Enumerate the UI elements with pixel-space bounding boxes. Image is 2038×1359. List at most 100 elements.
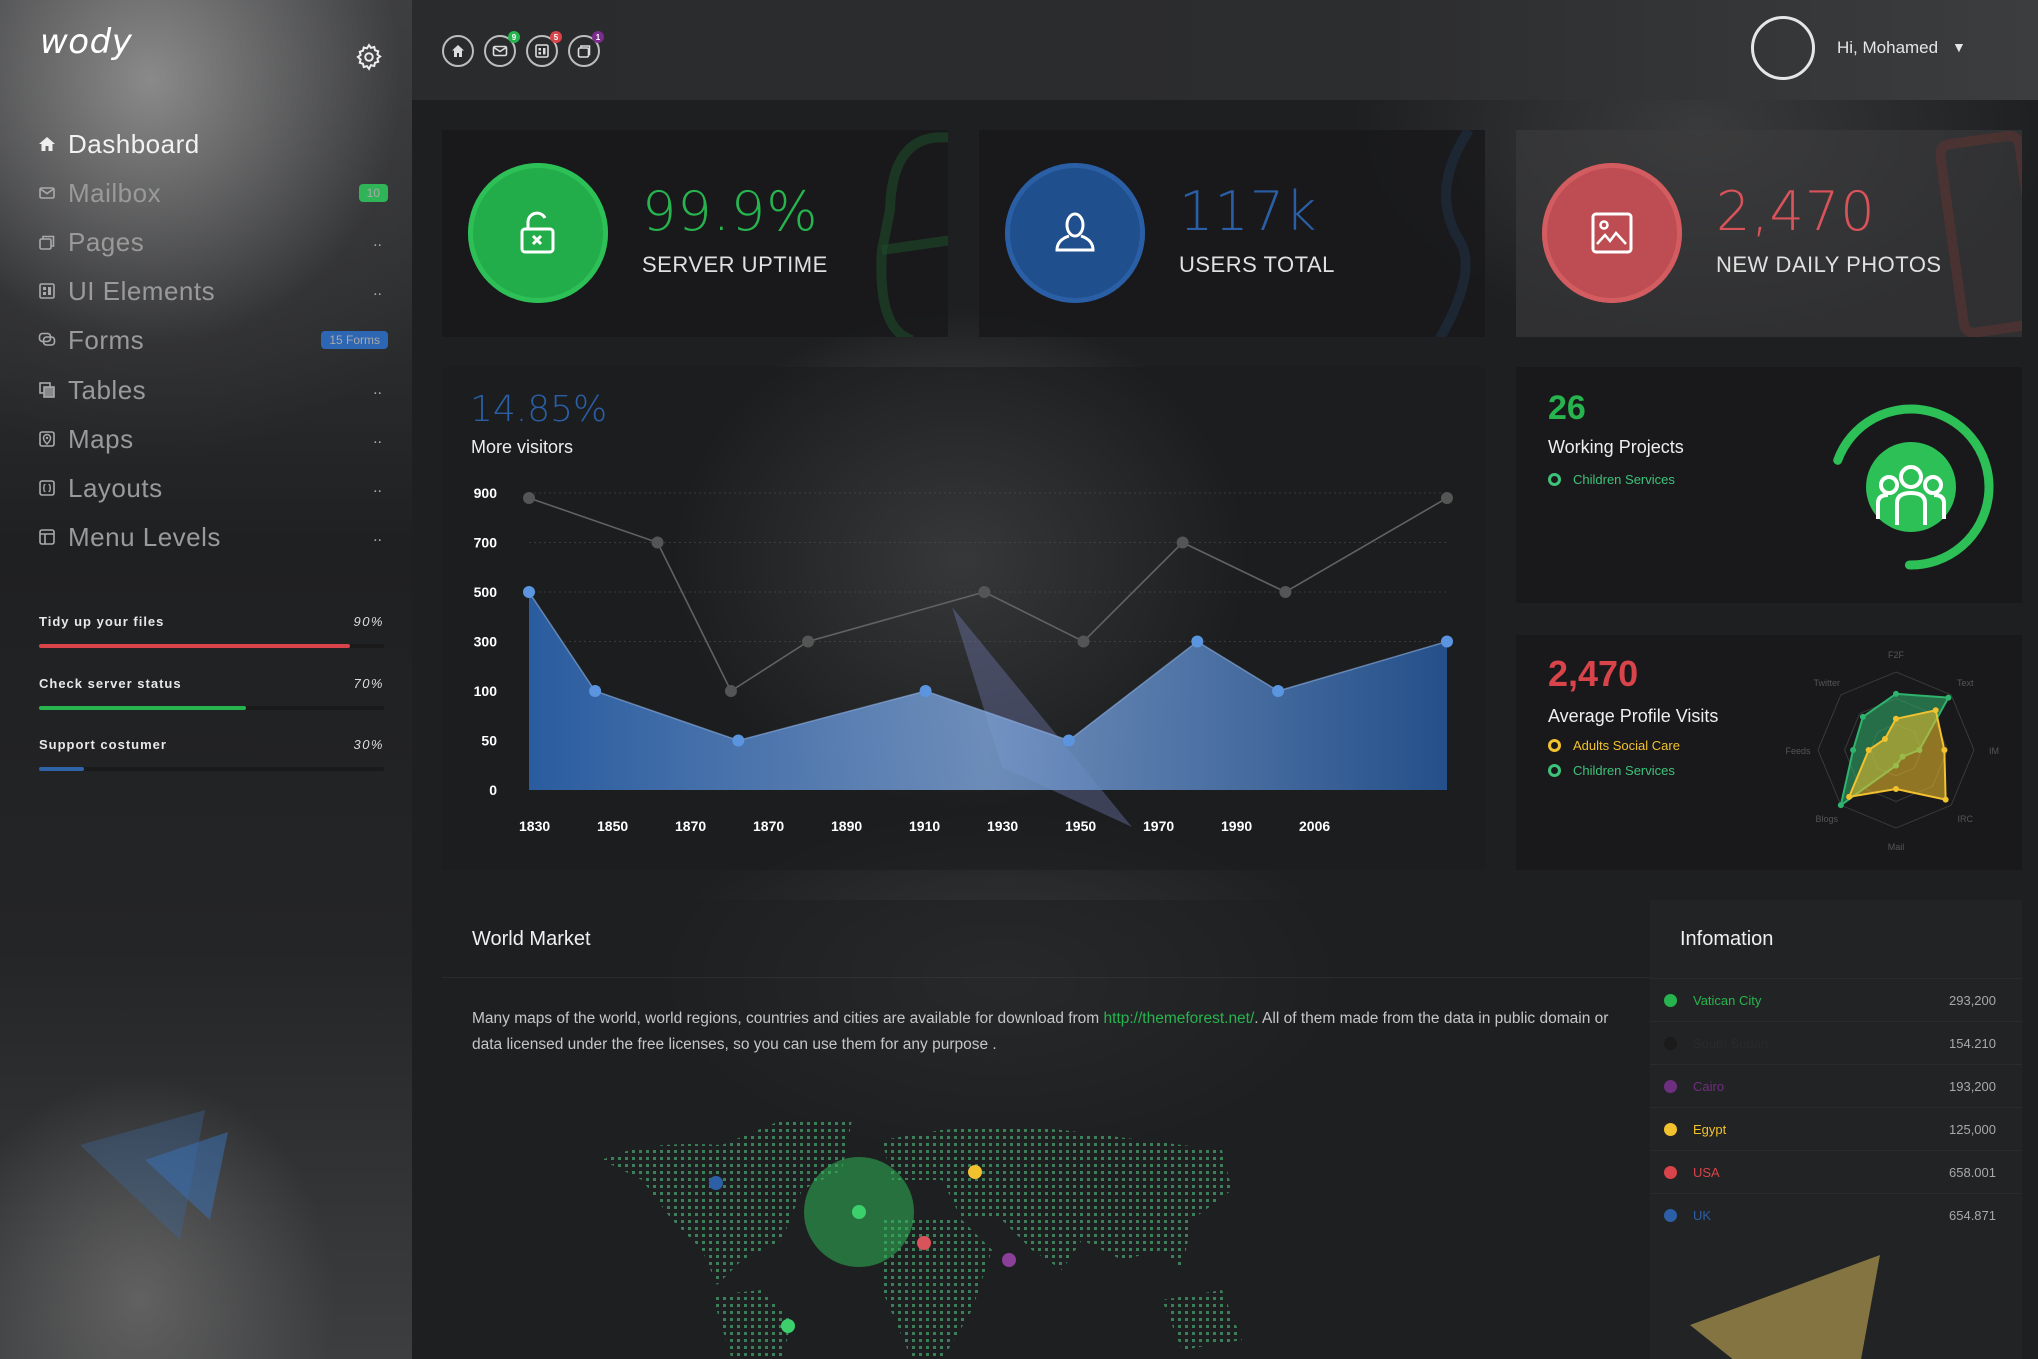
data-point[interactable] bbox=[1279, 586, 1292, 598]
data-point[interactable] bbox=[1191, 635, 1204, 648]
y-tick-label: 300 bbox=[474, 634, 498, 650]
x-tick-label: 1870 bbox=[675, 818, 706, 834]
stat-label: SERVER UPTIME bbox=[642, 252, 828, 277]
task-progress-track bbox=[39, 644, 384, 648]
legend-ring-icon bbox=[1548, 473, 1561, 486]
expand-dots-icon: .. bbox=[373, 282, 382, 299]
info-row[interactable]: UK 654.871 bbox=[1650, 1193, 2022, 1237]
world-market-description: Many maps of the world, world regions, c… bbox=[472, 1006, 1622, 1058]
top-folders-button[interactable]: 1 bbox=[568, 31, 604, 67]
user-greeting[interactable]: Hi, Mohamed bbox=[1837, 38, 1938, 58]
x-tick-label: 1850 bbox=[597, 818, 628, 834]
folders-icon bbox=[577, 45, 591, 58]
data-point[interactable] bbox=[978, 586, 991, 598]
stat-icon-circle bbox=[1005, 163, 1145, 303]
data-point[interactable] bbox=[1441, 635, 1453, 648]
info-row[interactable]: Vatican City 293,200 bbox=[1650, 978, 2022, 1022]
info-row[interactable]: Cairo 193,200 bbox=[1650, 1064, 2022, 1108]
sidebar-item-layouts[interactable]: Layouts.. bbox=[38, 468, 388, 508]
map-marker[interactable] bbox=[1002, 1253, 1016, 1267]
expand-dots-icon: .. bbox=[373, 233, 382, 250]
status-dot-icon bbox=[1664, 1080, 1677, 1093]
sidebar-item-label: Maps bbox=[68, 423, 134, 454]
watermark-photo-icon bbox=[1936, 130, 2022, 337]
radar-axis-label: Text bbox=[1957, 678, 1974, 688]
sidebar-item-forms[interactable]: Forms 15 Forms bbox=[38, 320, 388, 360]
sidebar-item-dashboard[interactable]: Dashboard bbox=[38, 124, 388, 164]
gear-icon[interactable] bbox=[354, 42, 384, 72]
data-point[interactable] bbox=[651, 536, 664, 549]
info-row[interactable]: South Sudan 154.210 bbox=[1650, 1021, 2022, 1065]
top-home-button[interactable] bbox=[442, 35, 474, 67]
map-marker[interactable] bbox=[709, 1176, 723, 1190]
radar-point bbox=[1893, 715, 1899, 722]
radar-point bbox=[1837, 802, 1844, 809]
top-layout-button[interactable]: 5 bbox=[526, 31, 562, 67]
stat-value: 2,470 bbox=[1716, 180, 1876, 243]
stat-card-server-uptime: 99.9% SERVER UPTIME bbox=[442, 130, 948, 337]
themeforest-link[interactable]: http://themeforest.net/ bbox=[1104, 1010, 1255, 1027]
working-projects-card: 26 Working Projects Children Services bbox=[1516, 367, 2022, 603]
sidebar-item-tables[interactable]: Tables.. bbox=[38, 370, 388, 410]
info-value: 293,200 bbox=[1949, 993, 1996, 1008]
expand-dots-icon: .. bbox=[373, 528, 382, 545]
y-tick-label: 50 bbox=[481, 733, 497, 749]
stat-label: USERS TOTAL bbox=[1179, 252, 1335, 277]
folders-badge: 1 bbox=[592, 31, 604, 43]
visitors-area-chart: 900700500300100500 1830 1850 1870 1870 1890 1… bbox=[474, 485, 1453, 834]
info-row[interactable]: Egypt 125,000 bbox=[1650, 1107, 2022, 1151]
status-dot-icon bbox=[1664, 994, 1677, 1007]
world-market-title: World Market bbox=[472, 928, 591, 950]
unlock-icon bbox=[520, 211, 555, 254]
sidebar-item-label: Mailbox bbox=[68, 177, 162, 208]
map-marker[interactable] bbox=[781, 1319, 795, 1333]
data-point[interactable] bbox=[1441, 491, 1453, 504]
task-label: Check server status bbox=[39, 676, 182, 691]
data-point[interactable] bbox=[523, 586, 535, 598]
legend-ring-icon bbox=[1548, 764, 1561, 777]
legend-label: Adults Social Care bbox=[1573, 738, 1680, 753]
y-tick-label: 500 bbox=[474, 584, 498, 600]
mail-icon bbox=[38, 184, 56, 202]
user-dropdown-caret-icon[interactable]: ▼ bbox=[1952, 39, 1966, 55]
sidebar-item-pages[interactable]: Pages.. bbox=[38, 222, 388, 262]
data-point[interactable] bbox=[732, 734, 745, 747]
info-value: 125,000 bbox=[1949, 1122, 1996, 1137]
radar-point bbox=[1945, 694, 1952, 701]
data-point[interactable] bbox=[1062, 734, 1075, 747]
task-progress-track bbox=[39, 767, 384, 771]
app-logo[interactable]: wody bbox=[40, 22, 132, 62]
watermark-user-icon bbox=[1434, 130, 1474, 337]
sidebar-item-label: Forms bbox=[68, 324, 145, 355]
radar-point bbox=[1850, 747, 1857, 753]
data-point[interactable] bbox=[1176, 536, 1189, 549]
info-name: UK bbox=[1693, 1208, 1712, 1223]
map-marker[interactable] bbox=[852, 1205, 866, 1219]
sidebar-item-mailbox[interactable]: Mailbox 10 bbox=[38, 173, 388, 213]
world-market-card: World Market Many maps of the world, wor… bbox=[442, 900, 1650, 1359]
info-row[interactable]: USA 658.001 bbox=[1650, 1150, 2022, 1194]
y-tick-label: 900 bbox=[474, 485, 498, 501]
sidebar-item-maps[interactable]: Maps.. bbox=[38, 419, 388, 459]
sidebar-item-badge: 15 Forms bbox=[321, 331, 388, 349]
task-tidy-files: Tidy up your files 90% bbox=[39, 614, 384, 648]
sidebar-item-ui-elements[interactable]: UI Elements.. bbox=[38, 271, 388, 311]
data-point[interactable] bbox=[724, 685, 737, 697]
projects-legend: Children Services bbox=[1548, 472, 1675, 487]
map-marker[interactable] bbox=[917, 1236, 931, 1250]
sidebar-item-label: Layouts bbox=[68, 472, 163, 503]
data-point[interactable] bbox=[919, 685, 932, 697]
data-point[interactable] bbox=[1272, 685, 1285, 697]
legend-adults-social-care: Adults Social Care bbox=[1548, 738, 1680, 753]
status-dot-icon bbox=[1664, 1037, 1677, 1050]
data-point[interactable] bbox=[802, 635, 815, 648]
top-mail-button[interactable]: 9 bbox=[484, 31, 520, 67]
sidebar-item-menu-levels[interactable]: Menu Levels.. bbox=[38, 517, 388, 557]
map-marker[interactable] bbox=[968, 1165, 982, 1179]
data-point[interactable] bbox=[523, 491, 535, 504]
avatar[interactable] bbox=[1751, 16, 1815, 80]
status-dot-icon bbox=[1664, 1166, 1677, 1179]
data-point[interactable] bbox=[1077, 635, 1090, 648]
x-tick-label: 1910 bbox=[909, 818, 940, 834]
data-point[interactable] bbox=[589, 685, 602, 697]
